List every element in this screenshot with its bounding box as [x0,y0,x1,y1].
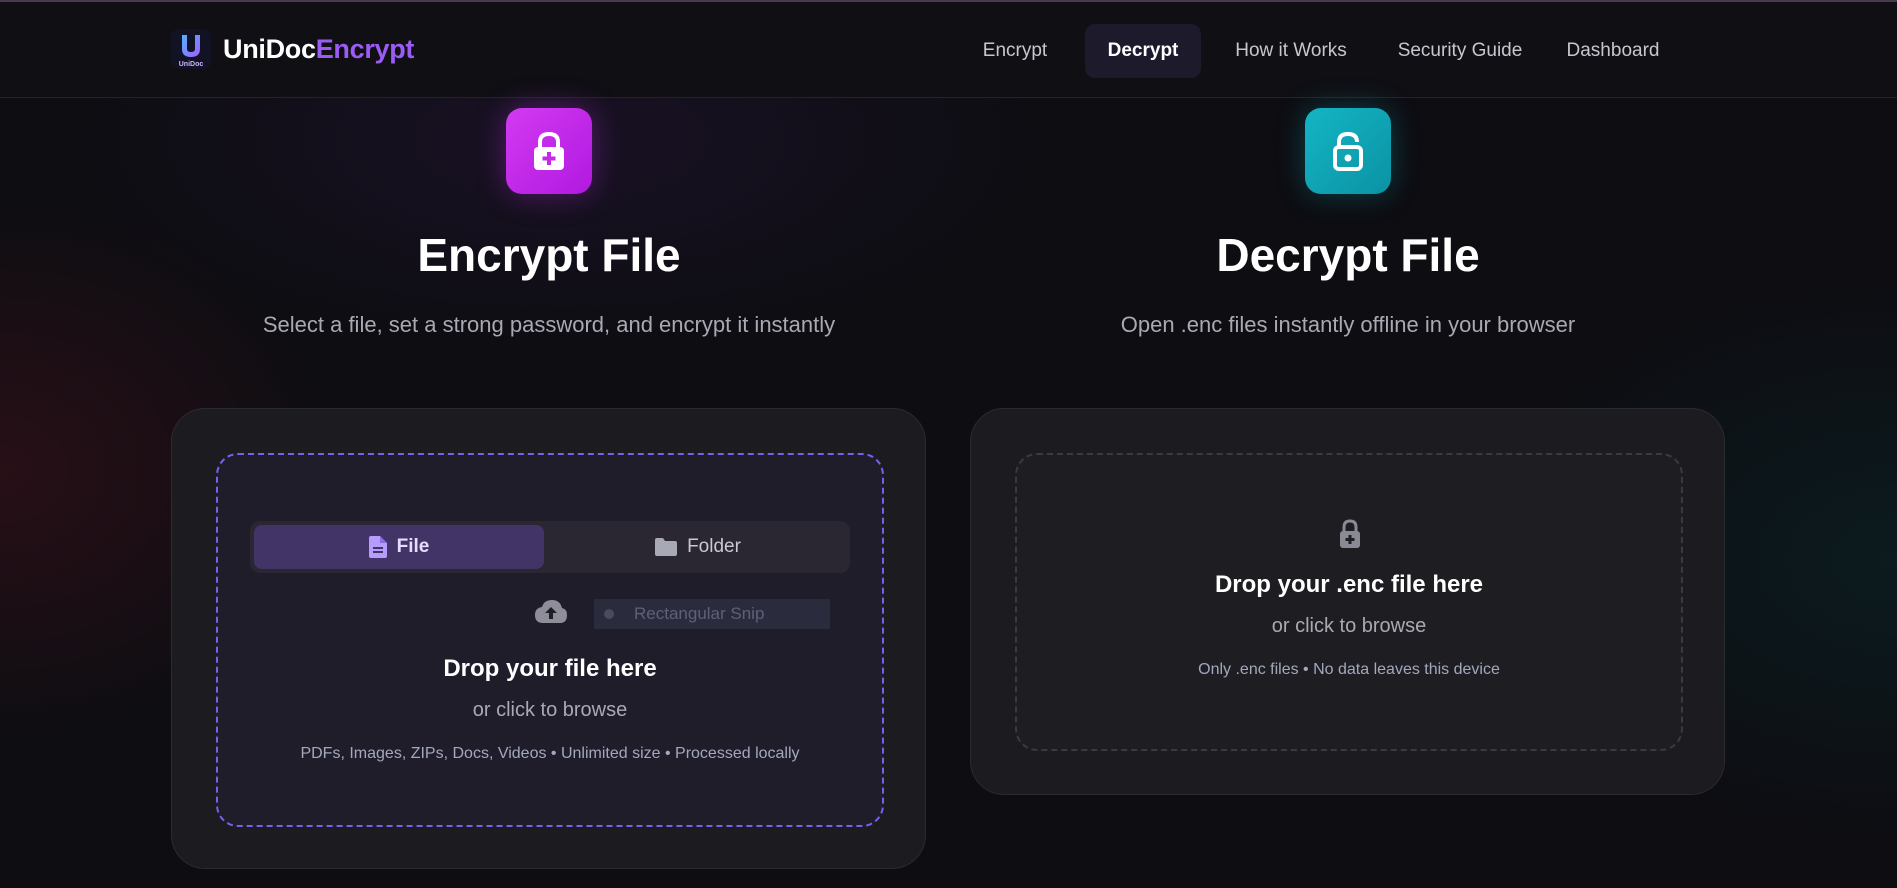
document-icon [368,536,387,558]
nav-security-guide[interactable]: Security Guide [1380,24,1540,78]
decrypt-drop-title: Drop your .enc file here [1214,571,1484,598]
tab-file-label: File [396,536,430,557]
decrypt-card: Drop your .enc file here or click to bro… [970,408,1725,795]
encrypt-drop-subtitle: or click to browse [472,699,628,721]
logo-text: UniDoc [179,61,204,68]
lock-plus-icon [534,131,564,170]
snip-overlay: Rectangular Snip [594,599,830,629]
encrypt-dropzone[interactable]: File Folder Rectangular Snip Drop your f… [216,453,884,827]
brand-name: UniDocEncrypt [223,34,414,65]
tab-file[interactable]: File [254,525,544,569]
logo-icon: UniDoc [171,29,211,69]
encrypt-drop-title: Drop your file here [443,655,657,682]
cloud-upload-icon [534,599,568,630]
file-folder-toggle: File Folder [250,521,850,573]
main-nav: Encrypt Decrypt How it Works Security Gu… [960,24,1720,78]
encrypt-subtitle: Select a file, set a strong password, an… [262,312,836,337]
decrypt-title: Decrypt File [1216,229,1480,281]
tab-folder-label: Folder [687,536,741,557]
site-header: UniDoc UniDocEncrypt Encrypt Decrypt How… [0,2,1897,98]
nav-encrypt[interactable]: Encrypt [960,24,1070,78]
decrypt-tile [1305,108,1391,194]
decrypt-subtitle: Open .enc files instantly offline in you… [1120,312,1576,337]
brand-name-part1: UniDoc [223,33,316,64]
decrypt-dropzone[interactable]: Drop your .enc file here or click to bro… [1015,453,1683,751]
snip-dot-icon [604,609,614,619]
brand[interactable]: UniDoc UniDocEncrypt [171,29,414,69]
decrypt-drop-note: Only .enc files • No data leaves this de… [1198,661,1500,678]
nav-decrypt[interactable]: Decrypt [1085,24,1201,78]
nav-dashboard[interactable]: Dashboard [1550,24,1676,78]
encrypt-title: Encrypt File [417,229,681,281]
nav-how-it-works[interactable]: How it Works [1216,24,1366,78]
snip-overlay-text: Rectangular Snip [634,604,765,623]
encrypt-tile [506,108,592,194]
folder-icon [655,538,678,556]
decrypt-drop-subtitle: or click to browse [1271,615,1427,637]
encrypt-drop-note: PDFs, Images, ZIPs, Docs, Videos • Unlim… [300,745,800,762]
brand-name-part2: Encrypt [315,33,415,64]
unlock-icon [1333,131,1363,171]
tab-folder[interactable]: Folder [550,525,846,569]
lock-icon [1337,519,1363,554]
encrypt-card: File Folder Rectangular Snip Drop your f… [171,408,926,869]
